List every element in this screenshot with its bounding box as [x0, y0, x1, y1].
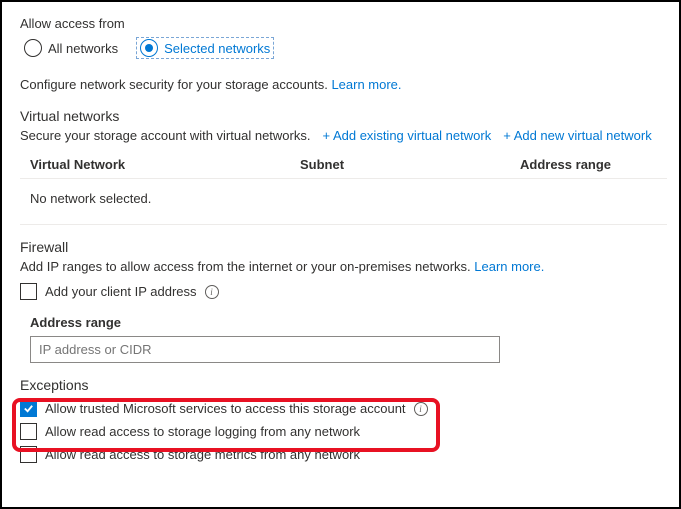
virtual-networks-heading: Virtual networks	[20, 108, 667, 124]
access-radio-group: All networks Selected networks	[20, 37, 667, 59]
radio-icon	[24, 39, 42, 57]
checkbox-icon	[20, 283, 37, 300]
configure-learn-more-link[interactable]: Learn more.	[331, 77, 401, 92]
checkbox-icon	[20, 423, 37, 440]
firewall-learn-more-link[interactable]: Learn more.	[474, 259, 544, 274]
firewall-desc: Add IP ranges to allow access from the i…	[20, 259, 667, 274]
exceptions-section: Exceptions Allow trusted Microsoft servi…	[20, 377, 667, 466]
configure-text: Configure network security for your stor…	[20, 77, 331, 92]
virtual-networks-row: Secure your storage account with virtual…	[20, 128, 667, 143]
info-icon[interactable]: i	[205, 285, 219, 299]
col-virtual-network: Virtual Network	[30, 157, 300, 172]
exception-metrics-row[interactable]: Allow read access to storage metrics fro…	[20, 443, 667, 466]
vnet-table-header: Virtual Network Subnet Address range	[20, 151, 667, 179]
firewall-section: Firewall Add IP ranges to allow access f…	[20, 239, 667, 363]
col-subnet: Subnet	[300, 157, 520, 172]
configure-description: Configure network security for your stor…	[20, 77, 667, 92]
ip-address-input[interactable]	[30, 336, 500, 363]
radio-all-networks[interactable]: All networks	[20, 37, 122, 59]
checkbox-icon	[20, 400, 37, 417]
radio-label-selected: Selected networks	[164, 41, 270, 56]
exception-metrics-label: Allow read access to storage metrics fro…	[45, 447, 360, 462]
vnet-table: Virtual Network Subnet Address range No …	[20, 151, 667, 225]
checkbox-icon	[20, 446, 37, 463]
add-new-vnet-link[interactable]: + Add new virtual network	[503, 128, 652, 143]
add-client-ip-row[interactable]: Add your client IP address i	[20, 280, 667, 303]
exception-logging-label: Allow read access to storage logging fro…	[45, 424, 360, 439]
firewall-desc-text: Add IP ranges to allow access from the i…	[20, 259, 474, 274]
exceptions-heading: Exceptions	[20, 377, 667, 393]
col-address-range: Address range	[520, 157, 657, 172]
exception-logging-row[interactable]: Allow read access to storage logging fro…	[20, 420, 667, 443]
info-icon[interactable]: i	[414, 402, 428, 416]
address-range-label: Address range	[30, 315, 667, 330]
add-existing-vnet-link[interactable]: + Add existing virtual network	[322, 128, 491, 143]
exception-trusted-label: Allow trusted Microsoft services to acce…	[45, 401, 406, 416]
vnet-empty-row: No network selected.	[20, 179, 667, 225]
virtual-networks-desc: Secure your storage account with virtual…	[20, 128, 310, 143]
radio-selected-networks[interactable]: Selected networks	[136, 37, 274, 59]
radio-label-all: All networks	[48, 41, 118, 56]
firewall-heading: Firewall	[20, 239, 667, 255]
allow-access-title: Allow access from	[20, 16, 667, 31]
radio-icon	[140, 39, 158, 57]
add-client-ip-label: Add your client IP address	[45, 284, 197, 299]
exception-trusted-row[interactable]: Allow trusted Microsoft services to acce…	[20, 397, 667, 420]
